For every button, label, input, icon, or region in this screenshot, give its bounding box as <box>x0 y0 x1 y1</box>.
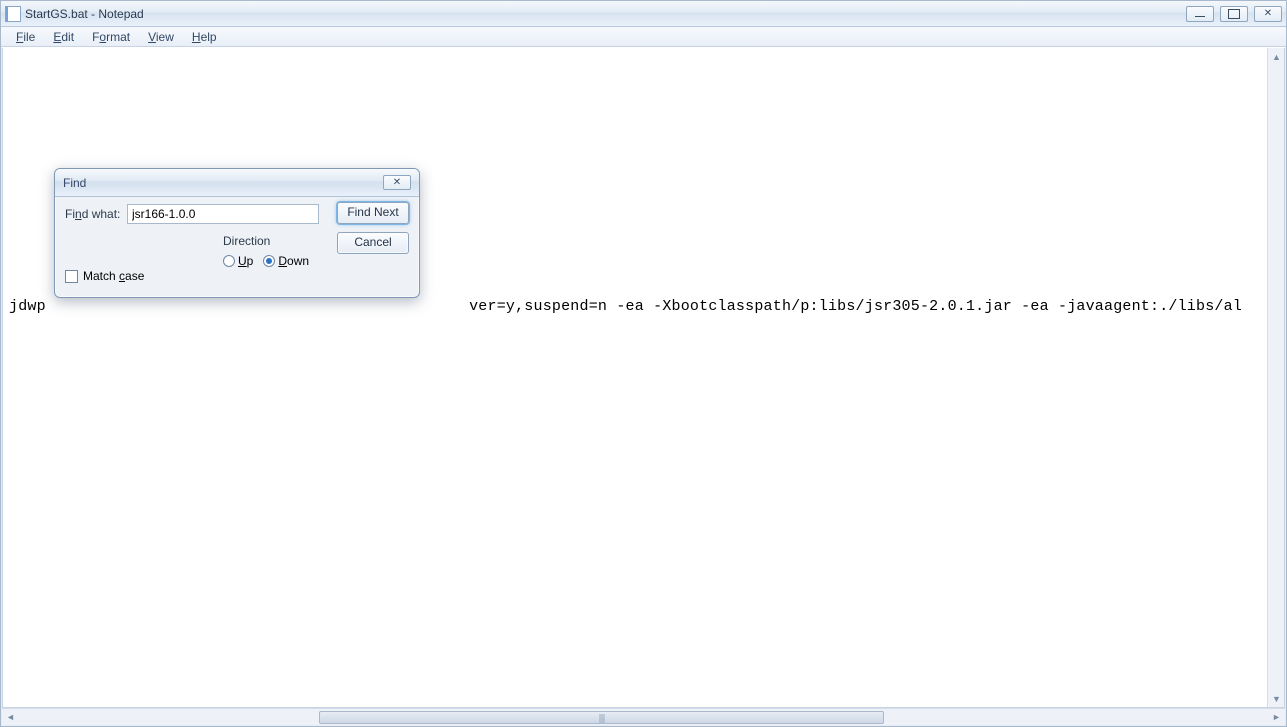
direction-up-option[interactable]: Up <box>223 254 253 268</box>
menu-file[interactable]: File <box>7 27 44 46</box>
scroll-up-icon[interactable]: ▲ <box>1268 48 1285 65</box>
find-what-label: Find what: <box>65 207 127 221</box>
menu-bar: File Edit Format View Help <box>1 27 1286 47</box>
direction-down-option[interactable]: Down <box>263 254 309 268</box>
menu-view[interactable]: View <box>139 27 183 46</box>
titlebar[interactable]: StartGS.bat - Notepad <box>1 1 1286 27</box>
find-dialog-title: Find <box>63 176 383 190</box>
checkbox-icon <box>65 270 78 283</box>
maximize-button[interactable] <box>1220 6 1248 22</box>
find-dialog: Find ✕ Find what: Find Next Cancel Direc… <box>54 168 420 298</box>
vertical-scrollbar[interactable]: ▲ ▼ <box>1267 48 1284 707</box>
menu-format[interactable]: Format <box>83 27 139 46</box>
hscroll-thumb[interactable] <box>319 711 884 724</box>
horizontal-scrollbar[interactable]: ◄ ► <box>2 708 1285 725</box>
radio-icon <box>223 255 235 267</box>
scroll-left-icon[interactable]: ◄ <box>2 709 19 726</box>
hscroll-track[interactable] <box>19 709 1268 726</box>
notepad-window: StartGS.bat - Notepad File Edit Format V… <box>0 0 1287 727</box>
editor-content[interactable]: jdwpXXXXXXXXXXXXXXXXXXXXXXXXXXXXXXXXXXXX… <box>3 48 1267 707</box>
find-dialog-close-button[interactable]: ✕ <box>383 175 411 190</box>
minimize-button[interactable] <box>1186 6 1214 22</box>
close-button[interactable] <box>1254 6 1282 22</box>
up-label: Up <box>238 254 253 268</box>
editor-text-line: jdwpXXXXXXXXXXXXXXXXXXXXXXXXXXXXXXXXXXXX… <box>9 298 1242 315</box>
window-title: StartGS.bat - Notepad <box>25 7 144 21</box>
scroll-right-icon[interactable]: ► <box>1268 709 1285 726</box>
cancel-button[interactable]: Cancel <box>337 232 409 254</box>
find-what-input[interactable] <box>127 204 319 224</box>
match-case-option[interactable]: Match case <box>65 269 144 283</box>
down-label: Down <box>278 254 309 268</box>
menu-help[interactable]: Help <box>183 27 226 46</box>
radio-icon <box>263 255 275 267</box>
find-dialog-titlebar[interactable]: Find ✕ <box>55 169 419 197</box>
direction-group: Direction Up Down <box>223 234 325 284</box>
scroll-down-icon[interactable]: ▼ <box>1268 690 1285 707</box>
editor-area: jdwpXXXXXXXXXXXXXXXXXXXXXXXXXXXXXXXXXXXX… <box>2 48 1285 708</box>
match-case-label: Match case <box>83 269 144 283</box>
menu-edit[interactable]: Edit <box>44 27 83 46</box>
find-next-button[interactable]: Find Next <box>337 202 409 224</box>
direction-label: Direction <box>223 234 325 248</box>
notepad-icon <box>5 6 21 22</box>
